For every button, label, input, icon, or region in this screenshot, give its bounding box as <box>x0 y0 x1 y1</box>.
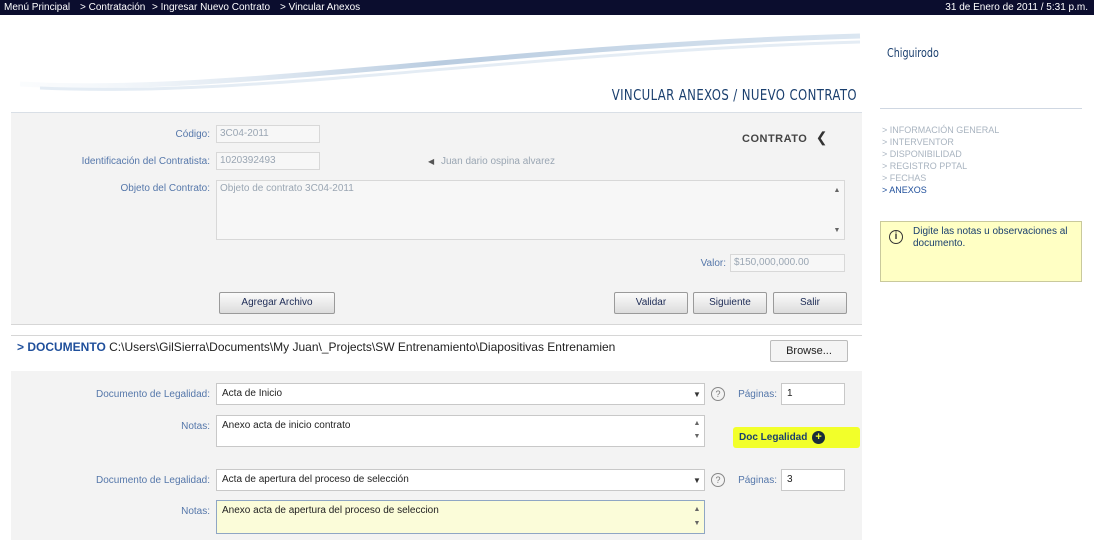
documento-title: > DOCUMENTO <box>17 340 106 354</box>
scroll-down-icon[interactable]: ▼ <box>832 226 842 235</box>
scroll-up-icon[interactable]: ▲ <box>692 419 702 428</box>
documento-legalidad-label: Documento de Legalidad: <box>96 475 210 486</box>
objeto-label: Objeto del Contrato: <box>120 183 211 194</box>
help-icon[interactable]: ? <box>711 473 725 487</box>
notas-label: Notas: <box>181 421 210 432</box>
doc-legalidad-label: Doc Legalidad <box>739 432 808 443</box>
datetime: 31 de Enero de 2011 / 5:31 p.m. <box>945 2 1088 13</box>
documento-legalidad-select[interactable]: Acta de Inicio <box>216 383 705 405</box>
identificacion-label: Identificación del Contratista: <box>81 156 210 167</box>
notas-label: Notas: <box>181 506 210 517</box>
page-title: VINCULAR ANEXOS / NUEVO CONTRATO <box>611 86 857 104</box>
doc-legalidad-button[interactable]: Doc Legalidad + <box>733 427 860 448</box>
valor-label: Valor: <box>700 258 726 269</box>
paginas-label: Páginas: <box>738 389 777 400</box>
documento-path[interactable]: C:\Users\GilSierra\Documents\My Juan\_Pr… <box>109 340 615 354</box>
browse-button[interactable]: Browse... <box>770 340 848 362</box>
identificacion-field[interactable]: 1020392493 <box>216 152 320 170</box>
documento-legalidad-label: Documento de Legalidad: <box>96 389 210 400</box>
nav-item-informacion-general[interactable]: > INFORMACIÓN GENERAL <box>882 125 999 135</box>
sidebar-divider <box>880 108 1082 109</box>
agregar-archivo-button[interactable]: Agregar Archivo <box>219 292 335 314</box>
breadcrumb-menu-principal[interactable]: Menú Principal <box>4 0 70 15</box>
paginas-label: Páginas: <box>738 475 777 486</box>
notas-textarea[interactable]: Anexo acta de inicio contrato <box>216 415 705 447</box>
paginas-field[interactable]: 1 <box>781 383 845 405</box>
nav-item-anexos[interactable]: > ANEXOS <box>882 185 927 195</box>
dropdown-arrow-icon[interactable]: ▼ <box>693 476 701 485</box>
scroll-up-icon[interactable]: ▲ <box>692 505 702 514</box>
screen: Menú Principal > Contratación > Ingresar… <box>0 0 1094 540</box>
nav-item-interventor[interactable]: > INTERVENTOR <box>882 137 954 147</box>
validar-button[interactable]: Validar <box>614 292 688 314</box>
breadcrumb-bar: Menú Principal > Contratación > Ingresar… <box>0 0 1094 15</box>
contrato-section-tag: CONTRATO ❮ <box>742 129 828 147</box>
scroll-down-icon[interactable]: ▼ <box>692 432 702 441</box>
salir-button[interactable]: Salir <box>773 292 847 314</box>
codigo-label: Código: <box>175 129 210 140</box>
nav-item-registro-pptal[interactable]: > REGISTRO PPTAL <box>882 161 967 171</box>
scroll-down-icon[interactable]: ▼ <box>692 519 702 528</box>
triangle-left-icon: ◀ <box>428 157 435 166</box>
breadcrumb-ingresar-contrato[interactable]: > Ingresar Nuevo Contrato <box>152 0 270 15</box>
codigo-field[interactable]: 3C04-2011 <box>216 125 320 143</box>
siguiente-button[interactable]: Siguiente <box>693 292 767 314</box>
contratista-name: Juan dario ospina alvarez <box>441 156 555 167</box>
info-text: Digite las notas u observaciones al docu… <box>913 226 1068 249</box>
scroll-up-icon[interactable]: ▲ <box>832 186 842 195</box>
help-icon[interactable]: ? <box>711 387 725 401</box>
valor-field[interactable]: $150,000,000.00 <box>730 254 845 272</box>
objeto-textarea[interactable]: Objeto de contrato 3C04-2011 <box>216 180 845 240</box>
paginas-field[interactable]: 3 <box>781 469 845 491</box>
breadcrumb-vincular-anexos: > Vincular Anexos <box>280 2 361 13</box>
nav-item-fechas[interactable]: > FECHAS <box>882 173 926 183</box>
documento-legalidad-select[interactable]: Acta de apertura del proceso de selecció… <box>216 469 705 491</box>
divider <box>11 335 862 336</box>
breadcrumb-contratacion[interactable]: > Contratación <box>80 0 145 15</box>
info-tooltip: i Digite las notas u observaciones al do… <box>880 221 1082 282</box>
notas-textarea-active[interactable]: Anexo acta de apertura del proceso de se… <box>216 500 705 534</box>
dropdown-arrow-icon[interactable]: ▼ <box>693 390 701 399</box>
nav-item-disponibilidad[interactable]: > DISPONIBILIDAD <box>882 149 962 159</box>
chevron-left-icon[interactable]: ❮ <box>816 129 828 145</box>
user-name: Chiguirodo <box>887 46 939 60</box>
add-circle-icon: + <box>812 430 826 444</box>
contrato-tag-label: CONTRATO <box>742 133 808 145</box>
info-icon: i <box>889 230 903 244</box>
documento-heading: > DOCUMENTO C:\Users\GilSierra\Documents… <box>17 340 615 354</box>
